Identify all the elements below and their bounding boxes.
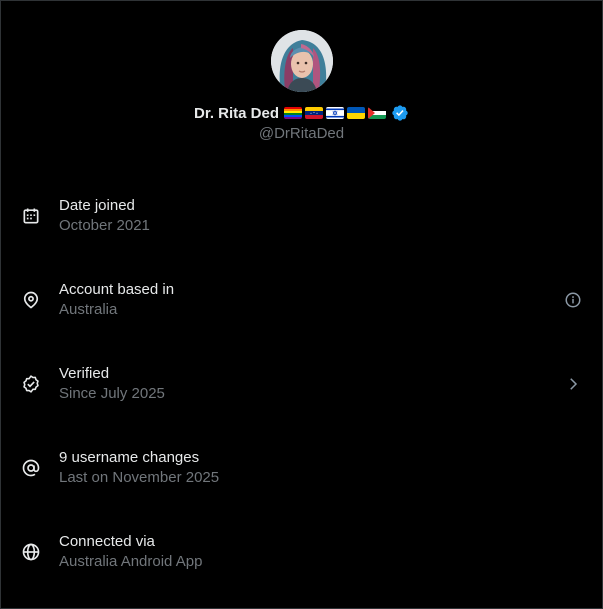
venezuela-flag-icon [305,107,324,119]
row-title: Date joined [59,197,135,214]
row-title: Connected via [59,533,155,550]
row-account-based-in: Account based in Australia [1,265,602,349]
ukraine-flag-icon [347,107,366,119]
israel-flag-icon [326,107,345,119]
info-icon[interactable] [564,291,582,309]
handle[interactable]: @DrRitaDed [1,125,602,142]
verified-badge-icon[interactable] [391,104,409,122]
row-date-joined: Date joined October 2021 [1,181,602,265]
row-title: 9 username changes [59,449,200,466]
row-subtitle: Last on November 2025 [59,469,220,486]
at-sign-icon [21,458,41,478]
location-pin-icon [21,290,41,310]
row-verified[interactable]: Verified Since July 2025 [1,349,602,433]
row-title: Verified [59,365,110,382]
row-subtitle: Australia [59,301,118,318]
name-row: Dr. Rita Ded [1,103,602,123]
row-connected-via: Connected via Australia Android App [1,517,602,601]
avatar[interactable] [271,30,333,92]
about-account-panel: Dr. Rita Ded @DrRitaDed Date joined Octo… [0,0,603,609]
row-username-changes: 9 username changes Last on November 2025 [1,433,602,517]
palestine-flag-icon [368,107,387,119]
calendar-icon [21,206,41,226]
display-name[interactable]: Dr. Rita Ded [194,105,279,122]
chevron-right-icon[interactable] [564,375,582,393]
verified-check-icon [21,374,41,394]
row-subtitle: Australia Android App [59,553,203,570]
row-subtitle: Since July 2025 [59,385,165,402]
globe-icon [21,542,41,562]
rainbow-flag-icon [284,107,303,119]
row-title: Account based in [59,281,175,298]
row-subtitle: October 2021 [59,217,150,234]
